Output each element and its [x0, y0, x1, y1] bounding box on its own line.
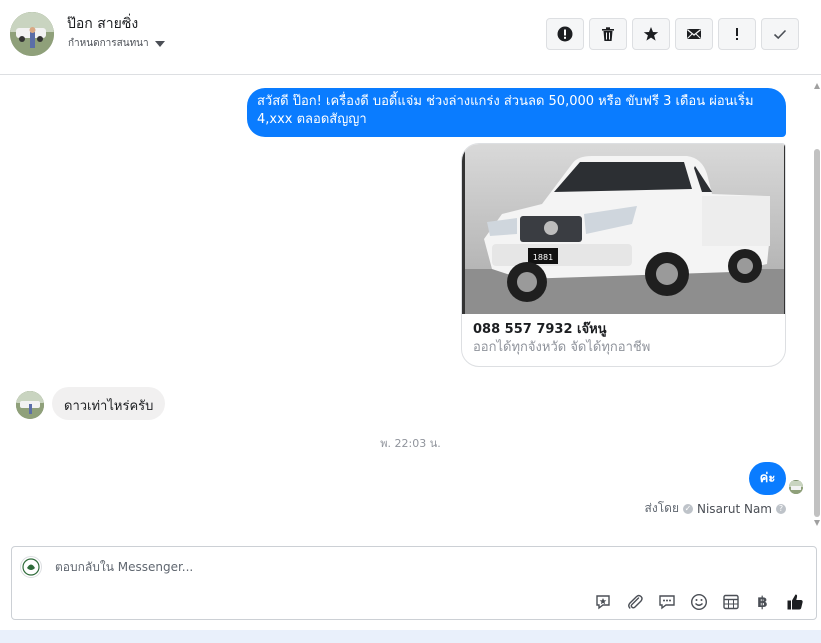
contact-name[interactable]: ป๊อก สายซิ่ง: [67, 13, 138, 35]
conversation-toolbar: [546, 18, 799, 50]
sticker-icon: [595, 594, 610, 609]
composer-toolbar: ฿: [592, 591, 805, 612]
pickup-truck-image: 1881: [462, 144, 785, 314]
spam-button[interactable]: [546, 18, 584, 50]
caret-down-icon: [154, 40, 165, 47]
follow-up-button[interactable]: [718, 18, 756, 50]
emoji-button[interactable]: [688, 591, 709, 612]
sent-by-info: ส่งโดย ✓ Nisarut Nam ?: [645, 499, 786, 518]
attachment-icon: [627, 594, 643, 609]
star-button[interactable]: [632, 18, 670, 50]
sender-avatar: [16, 391, 44, 419]
appointment-button[interactable]: [720, 591, 741, 612]
mark-unread-button[interactable]: [675, 18, 713, 50]
plate-text: 1881: [533, 253, 553, 262]
appointment-icon: [722, 594, 739, 609]
saved-reply-button[interactable]: [656, 591, 677, 612]
assign-conversation-dropdown[interactable]: กำหนดการสนทนา: [68, 36, 165, 51]
page-avatar: [20, 556, 42, 578]
help-icon[interactable]: ?: [776, 503, 786, 514]
check-icon: [773, 29, 787, 40]
scroll-up-arrow-icon[interactable]: [814, 83, 820, 89]
reply-input[interactable]: [55, 557, 755, 577]
outgoing-message[interactable]: ค่ะ: [749, 462, 786, 495]
reply-composer: ฿: [11, 546, 817, 620]
footer-band: [0, 630, 821, 643]
baht-icon: ฿: [757, 592, 768, 611]
messenger-inbox: ป๊อก สายซิ่ง กำหนดการสนทนา สวัสดี ป๊อก! …: [0, 0, 821, 643]
delete-button[interactable]: [589, 18, 627, 50]
scroll-thumb[interactable]: [814, 149, 820, 517]
envelope-icon: [687, 29, 701, 39]
assign-label: กำหนดการสนทนา: [68, 38, 149, 49]
message-thread[interactable]: สวัสดี ป๊อก! เครื่องดี บอดี้แจ่ม ช่วงล่า…: [0, 75, 813, 532]
link-card[interactable]: 1881 088 557 7932 เจ๊หนู ออกได้ทุกจังหวั…: [461, 143, 786, 367]
exclamation-icon: [736, 28, 738, 40]
emoji-icon: [690, 593, 707, 610]
scroll-down-arrow-icon[interactable]: [814, 520, 820, 526]
thread-scrollbar[interactable]: [813, 75, 821, 532]
conversation-header: ป๊อก สายซิ่ง กำหนดการสนทนา: [0, 0, 821, 75]
message-timestamp: พ. 22:03 น.: [380, 437, 441, 450]
payment-button[interactable]: ฿: [752, 591, 773, 612]
alert-circle-icon: [557, 26, 573, 42]
sticker-button[interactable]: [592, 591, 613, 612]
saved-reply-icon: [658, 594, 675, 609]
verified-icon: ✓: [683, 503, 693, 514]
done-button[interactable]: [761, 18, 799, 50]
contact-avatar[interactable]: [10, 12, 54, 56]
like-icon: [787, 594, 803, 609]
seen-avatar: [789, 480, 803, 494]
attachment-button[interactable]: [624, 591, 645, 612]
sent-by-prefix: ส่งโดย: [644, 501, 679, 515]
star-icon: [643, 27, 659, 41]
like-button[interactable]: [784, 591, 805, 612]
card-subtitle: ออกได้ทุกจังหวัด จัดได้ทุกอาชีพ: [473, 340, 651, 355]
incoming-message[interactable]: ดาวเท่าไหร่ครับ: [52, 387, 166, 420]
sender-name[interactable]: Nisarut Nam: [697, 502, 772, 516]
trash-icon: [602, 27, 614, 41]
outgoing-message[interactable]: สวัสดี ป๊อก! เครื่องดี บอดี้แจ่ม ช่วงล่า…: [247, 88, 786, 137]
